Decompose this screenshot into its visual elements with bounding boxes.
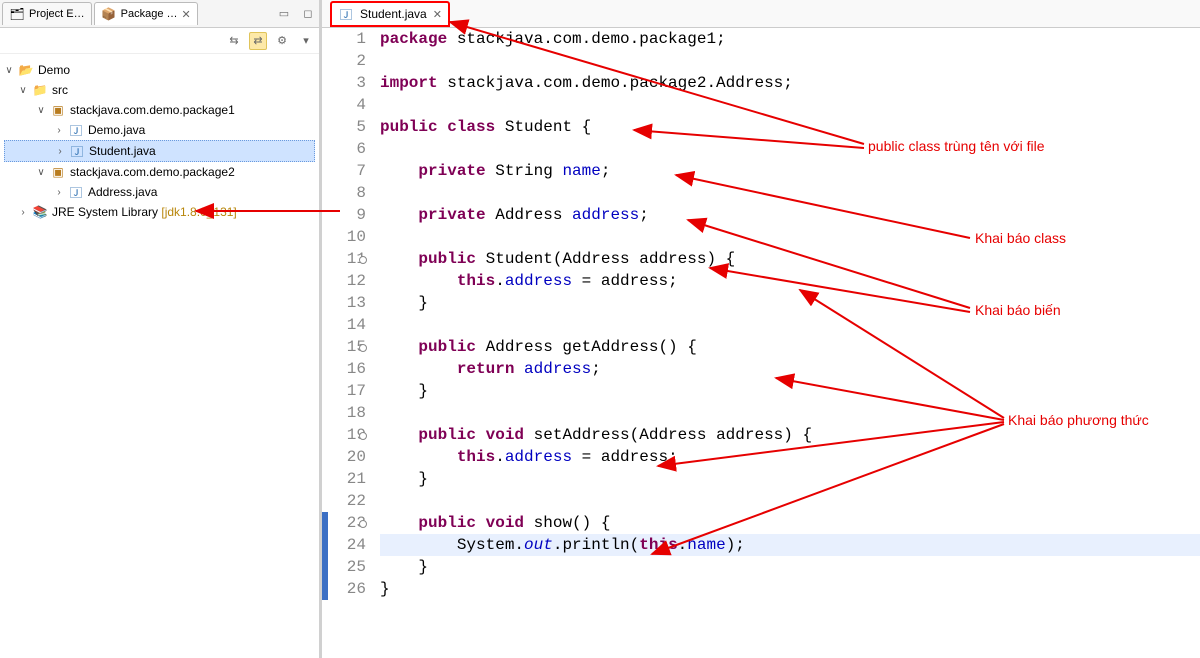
- filter-icon[interactable]: ⚙: [273, 32, 291, 50]
- tree-project[interactable]: ∨📂Demo: [4, 60, 315, 80]
- editor-tab-bar: 🄹 Student.java ✕: [322, 0, 1200, 28]
- package-icon: ▣: [50, 102, 66, 118]
- library-icon: 📚: [32, 204, 48, 220]
- project-explorer-tab-label: Project E…: [29, 8, 85, 20]
- close-icon[interactable]: ✕: [433, 8, 442, 21]
- folder-icon: 📂: [18, 62, 34, 78]
- package-icon: ▣: [50, 164, 66, 180]
- view-menu-icon[interactable]: ▾: [297, 32, 315, 50]
- project-tree: ∨📂Demo ∨📁src ∨▣stackjava.com.demo.packag…: [0, 54, 319, 228]
- tree-package1[interactable]: ∨▣stackjava.com.demo.package1: [4, 100, 315, 120]
- link-editor-icon[interactable]: ⇄: [249, 32, 267, 50]
- java-file-icon: 🄹: [68, 184, 84, 200]
- code-area[interactable]: package stackjava.com.demo.package1;impo…: [372, 28, 1200, 658]
- package-explorer-tab[interactable]: 📦 Package … ✕: [94, 2, 198, 25]
- java-file-icon: 🄹: [68, 122, 84, 138]
- maximize-icon[interactable]: ◻: [299, 5, 317, 23]
- package-explorer-tab-label: Package …: [121, 8, 178, 20]
- tree-jre[interactable]: ›📚JRE System Library [jdk1.8.0_131]: [4, 202, 315, 222]
- editor-tab-label: Student.java: [360, 7, 427, 21]
- editor-tab-student[interactable]: 🄹 Student.java ✕: [330, 1, 450, 27]
- minimize-icon[interactable]: ▭: [275, 5, 293, 23]
- tree-file-demo[interactable]: ›🄹Demo.java: [4, 120, 315, 140]
- project-explorer-tab[interactable]: 🗂 Project E…: [2, 2, 92, 25]
- close-icon[interactable]: ✕: [182, 8, 191, 21]
- package-explorer-panel: 🗂 Project E… 📦 Package … ✕ ▭ ◻ ⇆ ⇄ ⚙ ▾ ∨…: [0, 0, 322, 658]
- java-file-icon: 🄹: [338, 6, 354, 22]
- code-editor[interactable]: 1234567891011121314151617181920212223242…: [322, 28, 1200, 658]
- marker-column: [322, 28, 334, 658]
- line-number-gutter: 1234567891011121314151617181920212223242…: [334, 28, 372, 658]
- tree-file-address[interactable]: ›🄹Address.java: [4, 182, 315, 202]
- tree-file-student[interactable]: ›🄹Student.java: [4, 140, 315, 162]
- source-folder-icon: 📁: [32, 82, 48, 98]
- project-explorer-icon: 🗂: [9, 6, 25, 22]
- editor-panel: 🄹 Student.java ✕ 12345678910111213141516…: [322, 0, 1200, 658]
- explorer-toolbar: ⇆ ⇄ ⚙ ▾: [0, 28, 319, 54]
- package-explorer-icon: 📦: [101, 6, 117, 22]
- left-tab-bar: 🗂 Project E… 📦 Package … ✕ ▭ ◻: [0, 0, 319, 28]
- java-file-icon: 🄹: [69, 143, 85, 159]
- collapse-all-icon[interactable]: ⇆: [225, 32, 243, 50]
- tree-src[interactable]: ∨📁src: [4, 80, 315, 100]
- tree-package2[interactable]: ∨▣stackjava.com.demo.package2: [4, 162, 315, 182]
